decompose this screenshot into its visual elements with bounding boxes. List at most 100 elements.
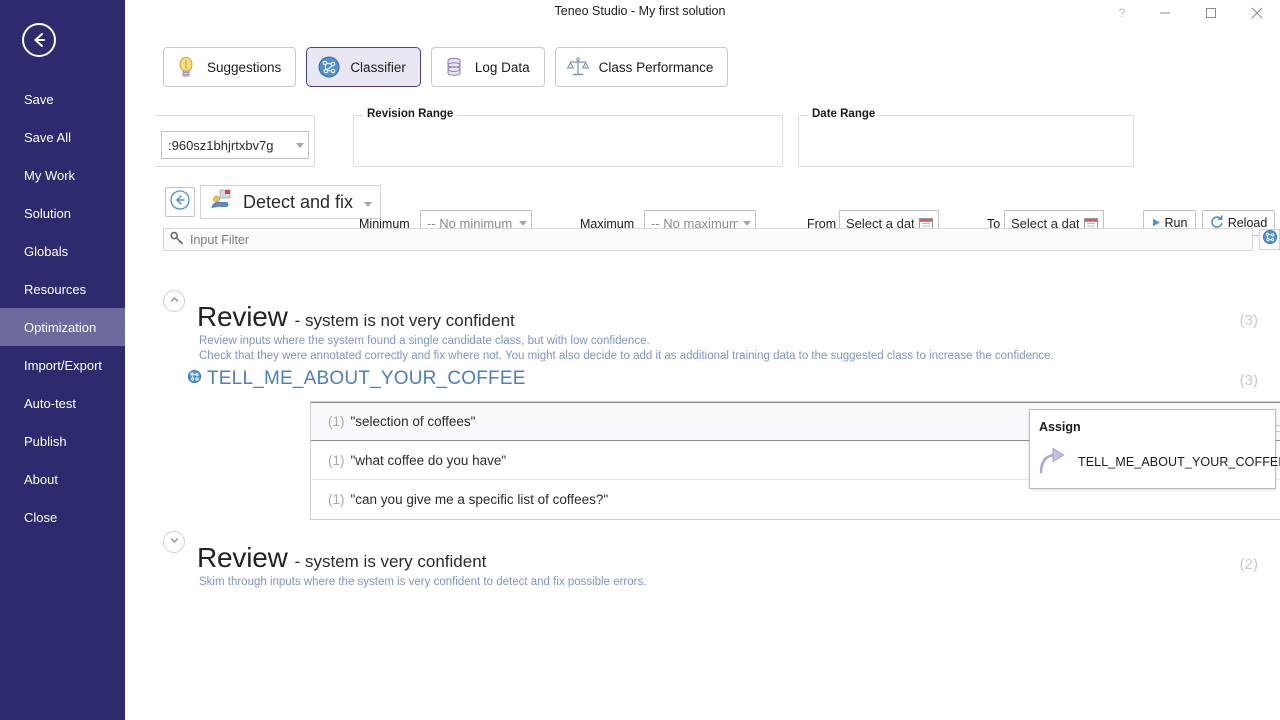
tab-label: Classifier: [350, 59, 406, 75]
section-description-line-1: Skim through inputs where the system is …: [199, 576, 647, 588]
sidebar-item-solution[interactable]: Solution: [0, 194, 125, 232]
sidebar-item-save-all[interactable]: Save All: [0, 118, 125, 156]
classifier-icon: [1262, 229, 1278, 250]
sidebar: Save Save All My Work Solution Globals R…: [0, 0, 125, 720]
row-count: (1): [328, 452, 345, 468]
database-icon: [442, 55, 466, 79]
nav-back-button[interactable]: [165, 187, 195, 217]
class-row-tell-me-about-your-coffee[interactable]: TELL_ME_ABOUT_YOUR_COFFEE: [187, 368, 526, 390]
detect-toolbar: Detect and fix: [165, 185, 382, 219]
section-description-line-2: Check that they were annotated correctly…: [199, 350, 1054, 362]
sidebar-item-label: Publish: [24, 433, 67, 449]
sidebar-item-label: Save: [24, 91, 54, 107]
sidebar-item-auto-test[interactable]: Auto-test: [0, 384, 125, 422]
sidebar-item-close[interactable]: Close: [0, 498, 125, 536]
section-collapse-toggle[interactable]: [163, 290, 185, 312]
tab-classifier[interactable]: Classifier: [306, 47, 421, 87]
chevron-up-icon: [169, 292, 180, 310]
tab-class-performance[interactable]: Class Performance: [554, 47, 729, 87]
tab-suggestions[interactable]: Suggestions: [163, 47, 297, 87]
application-window: Teneo Studio - My first solution ? Save …: [0, 0, 1280, 720]
classifier-filter-button[interactable]: [1259, 229, 1280, 250]
detect-and-fix-icon: [210, 189, 234, 216]
sidebar-item-my-work[interactable]: My Work: [0, 156, 125, 194]
scales-icon: [566, 55, 590, 79]
class-count: (3): [1239, 372, 1258, 389]
revision-range-title: Revision Range: [363, 108, 458, 120]
input-filter-row: Input Filter: [163, 228, 1280, 251]
sidebar-item-import-export[interactable]: Import/Export: [0, 346, 125, 384]
section-count: (3): [1239, 312, 1258, 329]
help-button[interactable]: ?: [1102, 0, 1142, 25]
window-title: Teneo Studio - My first solution: [554, 4, 726, 18]
sidebar-item-label: Resources: [24, 281, 87, 297]
maximize-button[interactable]: [1188, 0, 1234, 25]
section-subtitle: - system is very confident: [294, 552, 487, 571]
row-text: "can you give me a specific list of coff…: [350, 492, 609, 507]
classifier-icon: [187, 369, 202, 389]
section-title: Review: [197, 542, 288, 573]
lightbulb-icon: [174, 55, 198, 79]
source-select-value: :960sz1bhjrtxbv7g: [168, 137, 274, 153]
sidebar-nav: Save Save All My Work Solution Globals R…: [0, 80, 125, 536]
chevron-down-icon: [364, 201, 373, 207]
tab-label: Log Data: [474, 59, 530, 75]
review-section-high-confidence: Review - system is very confident Skim t…: [125, 511, 1280, 591]
detect-and-fix-label: Detect and fix: [243, 191, 354, 212]
close-button[interactable]: [1234, 0, 1280, 25]
chevron-down-icon: [169, 533, 180, 551]
sidebar-item-label: Close: [24, 509, 58, 525]
sidebar-item-label: Save All: [24, 129, 71, 145]
sidebar-item-resources[interactable]: Resources: [0, 270, 125, 308]
sidebar-item-label: My Work: [24, 167, 76, 183]
tab-log-data[interactable]: Log Data: [430, 47, 545, 87]
chevron-down-icon: [743, 220, 751, 226]
date-range-title: Date Range: [808, 108, 880, 120]
assign-popup-title: Assign: [1039, 420, 1081, 434]
input-filter-placeholder: Input Filter: [190, 232, 250, 247]
minimize-button[interactable]: [1142, 0, 1188, 25]
sidebar-item-label: Optimization: [24, 319, 97, 335]
classifier-icon: [317, 55, 341, 79]
sidebar-item-label: Globals: [24, 243, 69, 259]
assign-popup-item[interactable]: TELL_ME_ABOUT_YOUR_COFFEE: [1036, 441, 1280, 483]
input-filter[interactable]: Input Filter: [163, 228, 1253, 251]
section-description-line-1: Review inputs where the system found a s…: [199, 335, 650, 347]
sidebar-item-optimization[interactable]: Optimization: [0, 308, 125, 346]
sidebar-item-globals[interactable]: Globals: [0, 232, 125, 270]
back-circle-icon: [169, 189, 191, 216]
section-title: Review: [197, 301, 288, 332]
row-count: (1): [328, 414, 345, 429]
revision-range-group: Revision Range: [353, 108, 783, 167]
sidebar-item-label: About: [24, 471, 58, 487]
sidebar-item-about[interactable]: About: [0, 460, 125, 498]
sidebar-item-label: Solution: [24, 205, 71, 221]
chevron-down-icon: [519, 220, 527, 226]
filter-bar: :960sz1bhjrtxbv7g Revision Range Minimum…: [125, 105, 1280, 237]
tab-label: Class Performance: [598, 59, 714, 75]
class-name: TELL_ME_ABOUT_YOUR_COFFEE: [207, 368, 526, 389]
section-heading: Review - system is not very confident: [197, 301, 515, 333]
sidebar-item-publish[interactable]: Publish: [0, 422, 125, 460]
section-expand-toggle[interactable]: [163, 531, 185, 553]
section-heading: Review - system is very confident: [197, 542, 486, 574]
detect-and-fix-button[interactable]: Detect and fix: [200, 185, 382, 219]
title-bar: Teneo Studio - My first solution ?: [0, 0, 1280, 25]
back-arrow-icon: [29, 30, 49, 50]
ribbon-tabs: Suggestions Classifier Log Data Class Pe…: [163, 47, 729, 87]
sidebar-item-label: Import/Export: [24, 357, 103, 373]
section-subtitle: - system is not very confident: [294, 311, 515, 330]
assign-popup-item-label: TELL_ME_ABOUT_YOUR_COFFEE: [1078, 455, 1280, 469]
sidebar-item-label: Auto-test: [24, 395, 77, 411]
sidebar-back-button[interactable]: [22, 23, 56, 57]
chevron-down-icon: [296, 142, 304, 148]
source-select[interactable]: :960sz1bhjrtxbv7g: [161, 131, 309, 159]
sidebar-item-save[interactable]: Save: [0, 80, 125, 118]
assign-popup: Assign TELL_ME_ABOUT_YOUR_COFFEE: [1029, 409, 1280, 489]
main-content: Suggestions Classifier Log Data Class Pe…: [125, 25, 1280, 720]
section-count: (2): [1239, 556, 1258, 573]
date-range-group: Date Range: [798, 108, 1134, 167]
key-icon: [170, 231, 184, 248]
window-controls: ?: [1102, 0, 1280, 25]
row-count: (1): [328, 492, 345, 507]
